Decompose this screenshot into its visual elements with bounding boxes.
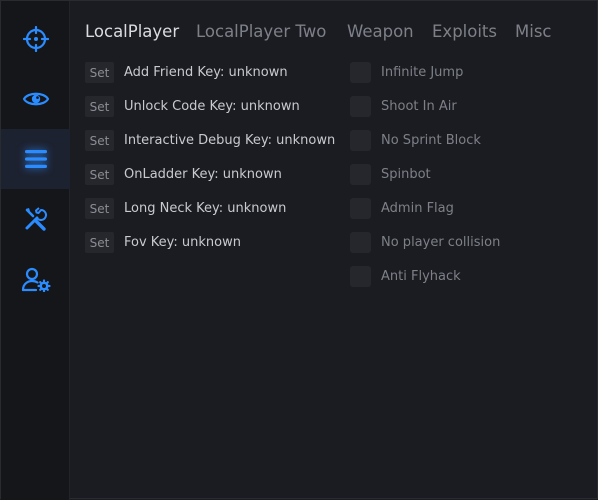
sidebar-item-tools[interactable] [1,189,70,249]
keybind-label: Interactive Debug Key: unknown [124,133,336,148]
sidebar [1,1,70,500]
sidebar-item-settings[interactable] [1,249,70,309]
toggle-label: Spinbot [381,167,431,182]
user-settings-icon [21,267,51,292]
set-key-button[interactable]: Set [85,96,114,117]
wrench-screwdriver-icon [25,207,47,231]
eye-icon [22,92,49,106]
crosshair-icon [22,26,49,52]
checkbox[interactable] [350,130,371,151]
tab-weapon[interactable]: Weapon [347,21,414,43]
menu-lines-icon [24,150,47,168]
keybind-label: Long Neck Key: unknown [124,201,287,216]
keybind-label: Fov Key: unknown [124,235,241,250]
set-key-button[interactable]: Set [85,198,114,219]
toggle-label: Anti Flyhack [381,269,461,284]
sidebar-item-aim[interactable] [1,9,70,69]
keybind-label: Unlock Code Key: unknown [124,99,300,114]
tab-exploits[interactable]: Exploits [432,21,497,43]
checkbox[interactable] [350,164,371,185]
set-key-button[interactable]: Set [85,164,114,185]
tab-localplayer-two[interactable]: LocalPlayer Two [196,21,326,43]
checkbox[interactable] [350,198,371,219]
tab-localplayer[interactable]: LocalPlayer [85,21,179,43]
keybind-label: Add Friend Key: unknown [124,65,288,80]
checkbox[interactable] [350,232,371,253]
checkbox[interactable] [350,266,371,287]
toggle-label: No Sprint Block [381,133,481,148]
set-key-button[interactable]: Set [85,62,114,83]
sidebar-item-player[interactable] [1,129,70,189]
set-key-button[interactable]: Set [85,232,114,253]
main-window: LocalPlayer LocalPlayer Two Weapon Explo… [0,0,598,500]
keybind-label: OnLadder Key: unknown [124,167,282,182]
toggle-label: No player collision [381,235,501,250]
toggle-label: Shoot In Air [381,99,457,114]
set-key-button[interactable]: Set [85,130,114,151]
tab-misc[interactable]: Misc [515,21,552,43]
sidebar-item-visuals[interactable] [1,69,70,129]
checkbox[interactable] [350,96,371,117]
toggle-label: Infinite Jump [381,65,464,80]
checkbox[interactable] [350,62,371,83]
toggle-label: Admin Flag [381,201,454,216]
